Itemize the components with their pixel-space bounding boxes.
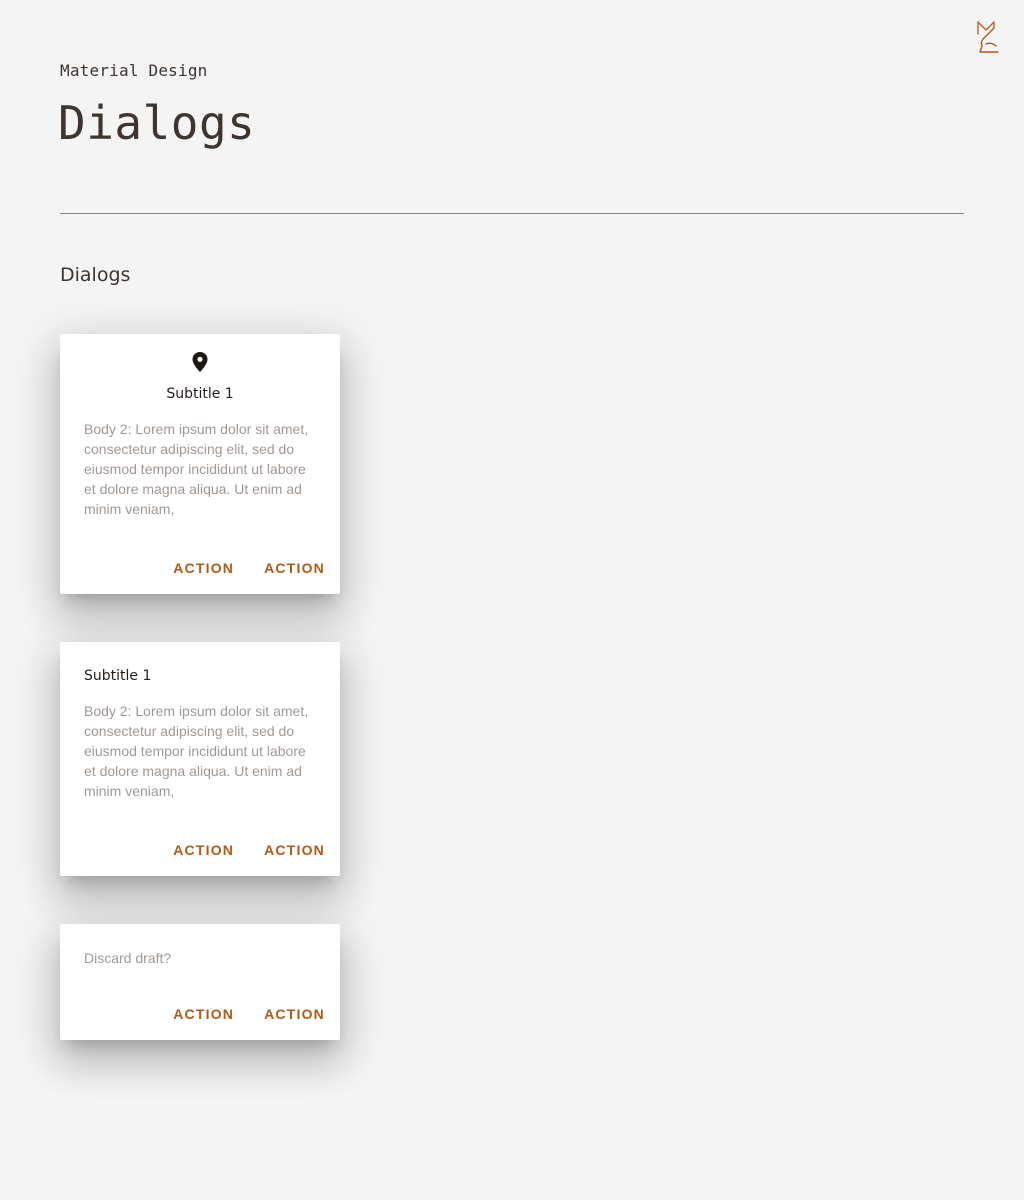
dialog-subtitle: Subtitle 1: [84, 668, 152, 684]
dialog-with-icon: Subtitle 1 Body 2: Lorem ipsum dolor sit…: [60, 334, 340, 594]
dialog-action-button-1[interactable]: ACTION: [166, 554, 241, 582]
dialog-actions: ACTION ACTION: [166, 554, 340, 582]
dialog-action-button-1[interactable]: ACTION: [166, 1000, 241, 1028]
dialog-with-title: Subtitle 1 Body 2: Lorem ipsum dolor sit…: [60, 642, 340, 876]
page-title: Dialogs: [58, 96, 256, 150]
brand-logo-icon[interactable]: [974, 18, 1004, 56]
dialog-action-button-2[interactable]: ACTION: [257, 836, 332, 864]
location-pin-icon: [191, 351, 209, 373]
dialog-actions: ACTION ACTION: [166, 836, 340, 864]
dialog-action-button-1[interactable]: ACTION: [166, 836, 241, 864]
header-divider: [60, 213, 964, 214]
section-title: Dialogs: [60, 264, 131, 286]
dialog-message: Discard draft?: [84, 950, 172, 966]
dialog-subtitle: Subtitle 1: [166, 386, 234, 402]
dialog-simple: Discard draft? ACTION ACTION: [60, 924, 340, 1040]
dialog-actions: ACTION ACTION: [166, 1000, 340, 1028]
dialog-body: Body 2: Lorem ipsum dolor sit amet, cons…: [84, 703, 309, 799]
dialog-action-button-2[interactable]: ACTION: [257, 1000, 332, 1028]
dialog-action-button-2[interactable]: ACTION: [257, 554, 332, 582]
page-eyebrow: Material Design: [60, 61, 208, 80]
dialog-body: Body 2: Lorem ipsum dolor sit amet, cons…: [84, 421, 309, 517]
